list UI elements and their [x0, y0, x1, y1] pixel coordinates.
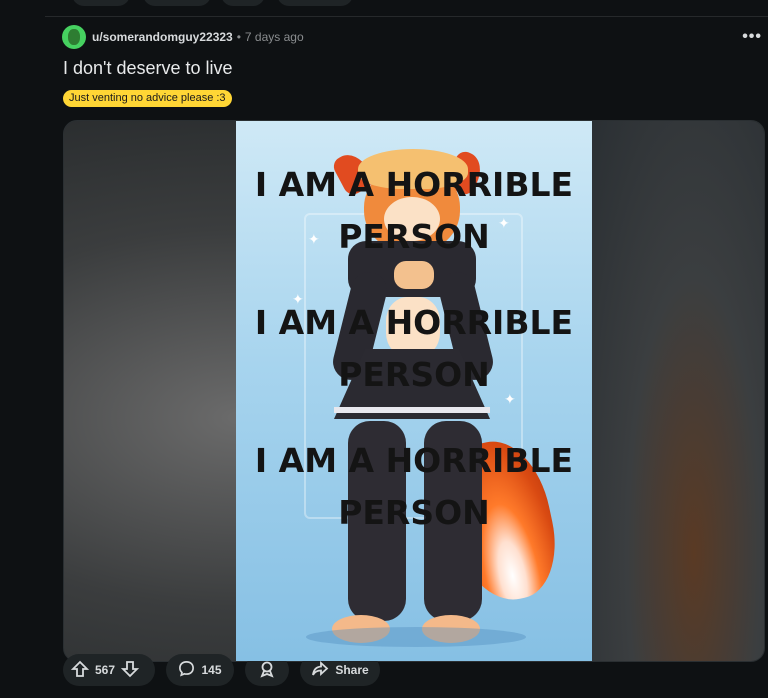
comment-icon	[178, 660, 195, 680]
overlay-line: I AM A HORRIBLE	[254, 441, 574, 480]
ground-shadow	[306, 627, 526, 647]
overlay-line: I AM A HORRIBLE	[254, 165, 574, 204]
previous-post-actions	[45, 0, 768, 17]
post-card: u/somerandomguy22323 • 7 days ago ••• I …	[0, 16, 768, 698]
vote-pill: 567	[63, 654, 155, 686]
overlay-spacer	[236, 401, 592, 435]
post-time: 7 days ago	[244, 30, 304, 44]
meta-separator: •	[236, 30, 241, 44]
award-icon	[258, 660, 276, 681]
prev-vote-pill[interactable]	[72, 0, 130, 6]
prev-share-pill[interactable]	[277, 0, 353, 6]
post-flair[interactable]: Just venting no advice please :3	[63, 90, 232, 107]
overlay-line: PERSON	[338, 493, 490, 532]
post-image: ✦ ✦ ✦ ✦ I AM A HORRIBLE PERSON I AM A HO…	[236, 121, 592, 661]
share-label: Share	[335, 663, 369, 677]
post-title[interactable]: I don't deserve to live	[63, 58, 233, 79]
prev-award-pill[interactable]	[221, 0, 265, 6]
overlay-line: I AM A HORRIBLE	[254, 303, 574, 342]
post-media[interactable]: ✦ ✦ ✦ ✦ I AM A HORRIBLE PERSON I AM A HO…	[63, 120, 765, 662]
image-overlay-text: I AM A HORRIBLE PERSON I AM A HORRIBLE P…	[236, 159, 592, 539]
avatar[interactable]	[62, 25, 86, 49]
upvote-icon[interactable]	[70, 660, 90, 681]
vote-count: 567	[95, 663, 116, 677]
share-icon	[311, 660, 329, 681]
username-link[interactable]: u/somerandomguy22323	[92, 30, 233, 44]
downvote-icon[interactable]	[120, 660, 140, 681]
comment-count: 145	[201, 663, 222, 677]
prev-comments-pill[interactable]	[143, 0, 211, 6]
overlay-line: PERSON	[338, 355, 490, 394]
post-meta: u/somerandomguy22323 • 7 days ago	[62, 24, 304, 50]
more-options-button[interactable]: •••	[742, 28, 762, 46]
comments-button[interactable]: 145	[166, 654, 234, 686]
overlay-line: PERSON	[338, 217, 490, 256]
overlay-spacer	[236, 263, 592, 297]
